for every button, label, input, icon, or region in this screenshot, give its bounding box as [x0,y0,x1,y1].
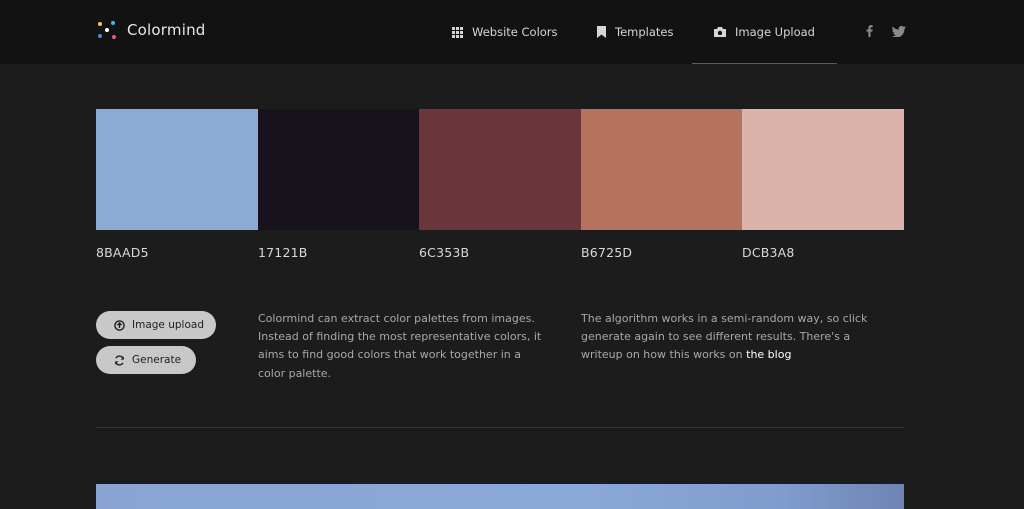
palette-swatch-2[interactable] [258,109,419,230]
image-upload-button[interactable]: Image upload [96,311,216,339]
uploaded-image-preview [96,484,904,509]
description-left: Colormind can extract color palettes fro… [258,312,542,380]
blog-link[interactable]: the blog [746,348,791,361]
brand-name: Colormind [127,21,206,39]
description-right-text: The algorithm works in a semi-random way… [581,312,868,362]
palette-hex-2: 17121B [258,245,308,260]
nav-label: Website Colors [472,25,558,39]
top-navbar: Colormind Website Colors Templates Image… [0,0,1024,64]
camera-icon [714,27,726,37]
colormind-logo-icon [96,19,118,41]
nav-label: Image Upload [735,25,815,39]
palette-hex-1: 8BAAD5 [96,245,149,260]
palette-hex-4: B6725D [581,245,633,260]
nav-website-colors[interactable]: Website Colors [452,0,558,64]
generate-button[interactable]: Generate [96,346,196,374]
palette-hex-5: DCB3A8 [742,245,795,260]
grid-icon [452,26,463,38]
palette-swatch-1[interactable] [96,109,258,230]
palette-swatch-5[interactable] [742,109,904,230]
palette-swatch-3[interactable] [419,109,581,230]
refresh-icon [114,354,125,366]
facebook-icon[interactable] [861,23,877,39]
twitter-icon[interactable] [891,23,907,39]
image-upload-label: Image upload [132,319,204,331]
nav-label: Templates [615,25,674,39]
upload-icon [114,319,125,331]
description-right: The algorithm works in a semi-random way… [581,310,873,365]
palette-hex-3: 6C353B [419,245,470,260]
section-divider [96,427,904,428]
nav-templates[interactable]: Templates [597,0,673,64]
generate-label: Generate [132,354,182,366]
palette-swatch-4[interactable] [581,109,742,230]
brand-logo[interactable]: Colormind [96,18,206,42]
nav-image-upload[interactable]: Image Upload [692,0,837,64]
bookmark-icon [597,26,606,38]
